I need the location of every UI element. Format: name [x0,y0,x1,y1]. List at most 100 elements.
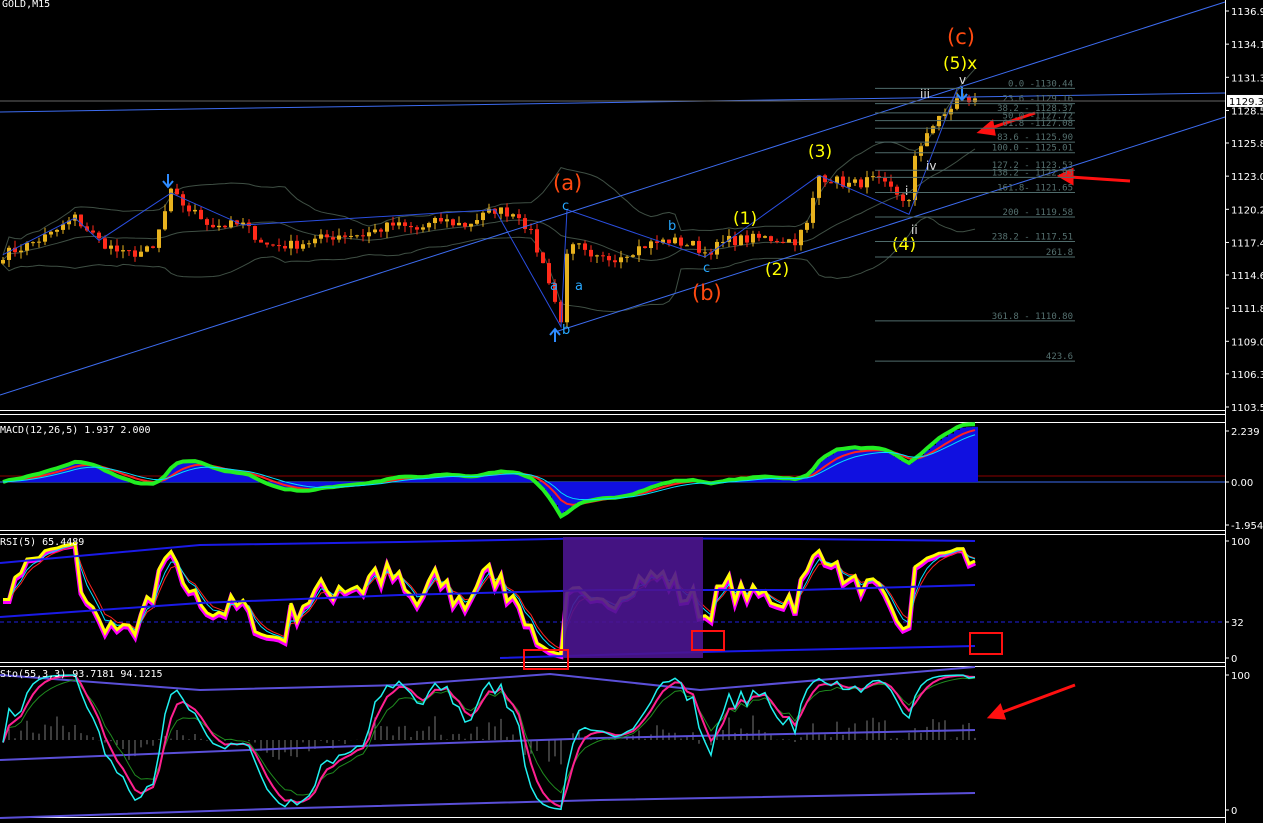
candle [853,177,857,187]
candle [469,223,473,232]
chart-canvas[interactable]: 2.2390.00-1.954 100320 1000 (a) (b) (c) … [0,0,1263,823]
candle-body [691,240,695,246]
fib-level-label: 261.8 [1046,248,1073,258]
candle [865,170,869,194]
candle-body [421,227,425,230]
candle [967,94,971,106]
candle [301,240,305,252]
candle [31,241,35,247]
candle-body [259,239,263,243]
candle-body [643,246,647,249]
axis-tick-label: 1111.88 [1231,304,1263,315]
macd-histogram-bar [906,463,912,482]
wave-a-big: (a) [553,171,582,195]
axis-tick-label: 1125.83 [1231,139,1263,150]
sub-wave-b1: b [562,323,570,338]
candle [181,191,185,213]
candle-body [913,155,917,201]
macd-histogram-bar [966,427,972,482]
candle-body [919,146,923,156]
candle [211,217,215,229]
stoch-band-lower [0,792,976,819]
candle [811,191,815,229]
candle-body [379,229,383,232]
rsi-highlight-zone [563,537,703,658]
candle-body [499,207,503,214]
candle-body [307,243,311,245]
candle [577,243,581,250]
candle-body [859,179,863,188]
candle-body [895,186,899,195]
candle [55,228,59,237]
stoch-band-middle [0,729,976,761]
candle-body [949,108,953,115]
candle [67,217,71,230]
candle [433,216,437,230]
macd-pane[interactable]: 2.239 0.00 -1.954 [0,422,1263,532]
candle [727,229,731,247]
candle [859,177,863,190]
main-price-pane[interactable] [1,68,977,329]
candle-body [697,240,701,253]
candle-body [793,239,797,246]
candle [187,202,191,217]
candle-body [115,245,119,252]
macd-label: MACD(12,26,5) 1.937 2.000 [0,425,151,436]
fib-level-label: 161.8- 1121.65 [997,183,1073,193]
candle-body [667,239,671,244]
sub-wave-v: v [959,73,966,87]
macd-histogram-bar [198,463,204,482]
candle-body [595,255,599,257]
candle-body [211,224,215,228]
candle [847,176,851,193]
candle [457,216,461,226]
candle [121,245,125,259]
candle-body [19,250,23,253]
sub-wave-iii: iii [920,87,930,101]
candle [79,214,83,229]
candle [313,235,317,248]
candle [541,251,545,264]
axis-tick-label: 0 [1231,806,1237,817]
candle [379,227,383,238]
macd-histogram-bar [618,482,624,497]
candle [607,252,611,267]
candle-body [817,175,821,198]
candle [175,183,179,196]
candle [49,230,53,238]
candle [115,239,119,258]
red-arrows [976,111,1131,720]
candle-body [103,238,107,249]
candle-body [109,245,113,249]
macd-histogram-bar [882,451,888,482]
candle-body [403,222,407,226]
candle-body [973,98,977,103]
candle-body [481,212,485,221]
channel-lower-line[interactable] [554,116,1226,333]
candle-body [361,235,365,237]
candle [373,223,377,234]
wave-3: (3) [808,142,832,162]
candle [691,240,695,246]
candle-body [121,250,125,252]
candle [133,246,137,262]
candle [871,171,875,181]
candle [793,233,797,252]
fib-level-label: 83.6 - 1125.90 [997,133,1073,143]
fib-level-label: 61.8 -1127.08 [1003,119,1073,129]
macd-histogram-bar [570,482,576,507]
candle-body [43,234,47,242]
rsi-label: RSI(5) 65.4489 [0,537,85,548]
candle-body [271,244,275,246]
candle [931,124,935,135]
candle [817,175,821,205]
candle [127,249,131,256]
candle [169,187,173,213]
fibonacci-levels[interactable]: 0.0 -1130.4423.6 -1129.1638.2 - 1128.375… [875,79,1075,362]
candle [523,214,527,234]
candle-body [223,225,227,228]
macd-histogram-bar [624,482,630,495]
candle [511,213,515,219]
candle-body [409,225,413,228]
fib-level-label: 423.6 [1046,352,1073,362]
